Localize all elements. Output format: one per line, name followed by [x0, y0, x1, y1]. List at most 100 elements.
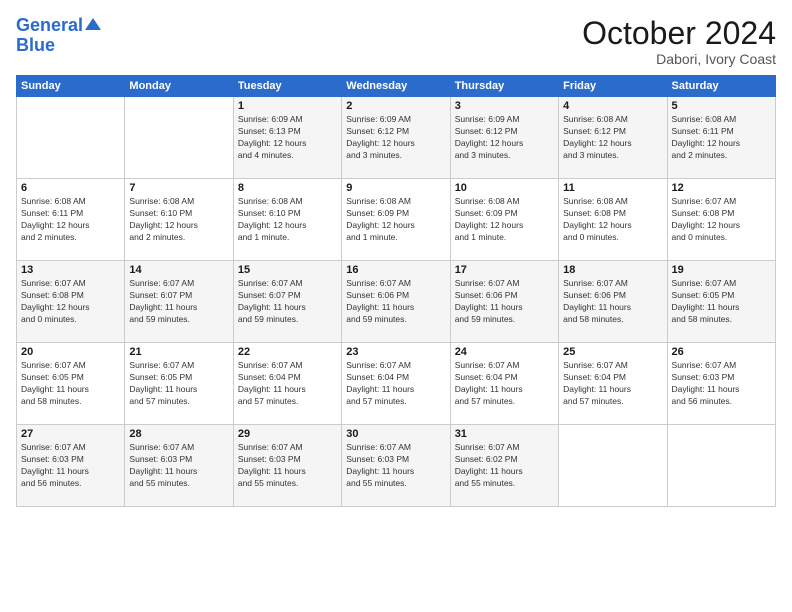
day-info: Sunrise: 6:09 AM Sunset: 6:12 PM Dayligh…	[346, 114, 445, 162]
logo-icon	[85, 16, 103, 34]
day-number: 12	[672, 182, 771, 194]
day-info: Sunrise: 6:07 AM Sunset: 6:06 PM Dayligh…	[563, 278, 662, 326]
day-number: 30	[346, 428, 445, 440]
day-info: Sunrise: 6:07 AM Sunset: 6:08 PM Dayligh…	[672, 196, 771, 244]
day-info: Sunrise: 6:07 AM Sunset: 6:08 PM Dayligh…	[21, 278, 120, 326]
day-info: Sunrise: 6:07 AM Sunset: 6:05 PM Dayligh…	[129, 360, 228, 408]
calendar-cell: 21 Sunrise: 6:07 AM Sunset: 6:05 PM Dayli…	[125, 343, 233, 425]
calendar-cell: 3 Sunrise: 6:09 AM Sunset: 6:12 PM Daylig…	[450, 97, 558, 179]
calendar-cell	[17, 97, 125, 179]
day-info: Sunrise: 6:07 AM Sunset: 6:07 PM Dayligh…	[238, 278, 337, 326]
logo: General Blue	[16, 16, 103, 56]
calendar-cell: 26Sunrise: 6:07 AM Sunset: 6:03 PM Dayli…	[667, 343, 775, 425]
header: General Blue October 2024 Dabori, Ivory …	[16, 16, 776, 67]
day-number: 23	[346, 346, 445, 358]
day-info: Sunrise: 6:07 AM Sunset: 6:05 PM Dayligh…	[21, 360, 120, 408]
day-info: Sunrise: 6:07 AM Sunset: 6:05 PM Dayligh…	[672, 278, 771, 326]
day-number: 18	[563, 264, 662, 276]
calendar-week-3: 13 Sunrise: 6:07 AM Sunset: 6:08 PM Dayli…	[17, 261, 776, 343]
day-number: 3	[455, 100, 554, 112]
day-info: Sunrise: 6:07 AM Sunset: 6:04 PM Dayligh…	[455, 360, 554, 408]
day-number: 19	[672, 264, 771, 276]
day-info: Sunrise: 6:07 AM Sunset: 6:03 PM Dayligh…	[129, 442, 228, 490]
calendar-page: General Blue October 2024 Dabori, Ivory …	[0, 0, 792, 612]
day-info: Sunrise: 6:08 AM Sunset: 6:10 PM Dayligh…	[238, 196, 337, 244]
calendar-cell: 6 Sunrise: 6:08 AM Sunset: 6:11 PM Daylig…	[17, 179, 125, 261]
day-info: Sunrise: 6:07 AM Sunset: 6:03 PM Dayligh…	[21, 442, 120, 490]
day-info: Sunrise: 6:08 AM Sunset: 6:12 PM Dayligh…	[563, 114, 662, 162]
calendar-cell: 17 Sunrise: 6:07 AM Sunset: 6:06 PM Dayli…	[450, 261, 558, 343]
calendar-cell	[667, 425, 775, 507]
day-info: Sunrise: 6:08 AM Sunset: 6:09 PM Dayligh…	[455, 196, 554, 244]
calendar-cell: 24 Sunrise: 6:07 AM Sunset: 6:04 PM Dayli…	[450, 343, 558, 425]
col-saturday: Saturday	[667, 76, 775, 97]
day-number: 6	[21, 182, 120, 194]
calendar-cell	[125, 97, 233, 179]
calendar-cell: 11 Sunrise: 6:08 AM Sunset: 6:08 PM Dayli…	[559, 179, 667, 261]
calendar-cell: 9Sunrise: 6:08 AM Sunset: 6:09 PM Daylig…	[342, 179, 450, 261]
day-info: Sunrise: 6:07 AM Sunset: 6:03 PM Dayligh…	[238, 442, 337, 490]
location: Dabori, Ivory Coast	[582, 51, 776, 67]
day-number: 28	[129, 428, 228, 440]
day-number: 24	[455, 346, 554, 358]
day-number: 25	[563, 346, 662, 358]
day-number: 21	[129, 346, 228, 358]
day-info: Sunrise: 6:09 AM Sunset: 6:13 PM Dayligh…	[238, 114, 337, 162]
header-row: Sunday Monday Tuesday Wednesday Thursday…	[17, 76, 776, 97]
calendar-week-1: 1 Sunrise: 6:09 AM Sunset: 6:13 PM Daylig…	[17, 97, 776, 179]
day-info: Sunrise: 6:08 AM Sunset: 6:08 PM Dayligh…	[563, 196, 662, 244]
calendar-cell: 12 Sunrise: 6:07 AM Sunset: 6:08 PM Dayli…	[667, 179, 775, 261]
calendar-cell: 2Sunrise: 6:09 AM Sunset: 6:12 PM Daylig…	[342, 97, 450, 179]
day-info: Sunrise: 6:07 AM Sunset: 6:07 PM Dayligh…	[129, 278, 228, 326]
calendar-cell: 1 Sunrise: 6:09 AM Sunset: 6:13 PM Daylig…	[233, 97, 341, 179]
col-sunday: Sunday	[17, 76, 125, 97]
month-title: October 2024	[582, 16, 776, 51]
calendar-cell: 28 Sunrise: 6:07 AM Sunset: 6:03 PM Dayli…	[125, 425, 233, 507]
calendar-week-5: 27 Sunrise: 6:07 AM Sunset: 6:03 PM Dayli…	[17, 425, 776, 507]
day-number: 13	[21, 264, 120, 276]
col-friday: Friday	[559, 76, 667, 97]
day-number: 31	[455, 428, 554, 440]
col-thursday: Thursday	[450, 76, 558, 97]
col-monday: Monday	[125, 76, 233, 97]
day-number: 9	[346, 182, 445, 194]
calendar-cell: 10 Sunrise: 6:08 AM Sunset: 6:09 PM Dayli…	[450, 179, 558, 261]
day-number: 16	[346, 264, 445, 276]
calendar-cell: 25Sunrise: 6:07 AM Sunset: 6:04 PM Dayli…	[559, 343, 667, 425]
day-info: Sunrise: 6:07 AM Sunset: 6:03 PM Dayligh…	[672, 360, 771, 408]
col-wednesday: Wednesday	[342, 76, 450, 97]
day-info: Sunrise: 6:07 AM Sunset: 6:04 PM Dayligh…	[346, 360, 445, 408]
day-number: 10	[455, 182, 554, 194]
col-tuesday: Tuesday	[233, 76, 341, 97]
day-info: Sunrise: 6:07 AM Sunset: 6:06 PM Dayligh…	[346, 278, 445, 326]
day-info: Sunrise: 6:07 AM Sunset: 6:02 PM Dayligh…	[455, 442, 554, 490]
day-info: Sunrise: 6:08 AM Sunset: 6:11 PM Dayligh…	[21, 196, 120, 244]
calendar-cell: 14 Sunrise: 6:07 AM Sunset: 6:07 PM Dayli…	[125, 261, 233, 343]
calendar-cell: 31 Sunrise: 6:07 AM Sunset: 6:02 PM Dayli…	[450, 425, 558, 507]
day-number: 1	[238, 100, 337, 112]
day-info: Sunrise: 6:07 AM Sunset: 6:03 PM Dayligh…	[346, 442, 445, 490]
calendar-table: Sunday Monday Tuesday Wednesday Thursday…	[16, 75, 776, 507]
day-info: Sunrise: 6:09 AM Sunset: 6:12 PM Dayligh…	[455, 114, 554, 162]
day-number: 8	[238, 182, 337, 194]
calendar-week-2: 6 Sunrise: 6:08 AM Sunset: 6:11 PM Daylig…	[17, 179, 776, 261]
day-number: 20	[21, 346, 120, 358]
day-number: 15	[238, 264, 337, 276]
calendar-cell: 23 Sunrise: 6:07 AM Sunset: 6:04 PM Dayli…	[342, 343, 450, 425]
calendar-cell: 15 Sunrise: 6:07 AM Sunset: 6:07 PM Dayli…	[233, 261, 341, 343]
day-number: 11	[563, 182, 662, 194]
calendar-cell: 20 Sunrise: 6:07 AM Sunset: 6:05 PM Dayli…	[17, 343, 125, 425]
day-number: 17	[455, 264, 554, 276]
day-info: Sunrise: 6:07 AM Sunset: 6:06 PM Dayligh…	[455, 278, 554, 326]
day-info: Sunrise: 6:08 AM Sunset: 6:10 PM Dayligh…	[129, 196, 228, 244]
day-number: 27	[21, 428, 120, 440]
day-number: 29	[238, 428, 337, 440]
calendar-cell: 13 Sunrise: 6:07 AM Sunset: 6:08 PM Dayli…	[17, 261, 125, 343]
day-number: 14	[129, 264, 228, 276]
day-number: 7	[129, 182, 228, 194]
calendar-cell: 18 Sunrise: 6:07 AM Sunset: 6:06 PM Dayli…	[559, 261, 667, 343]
calendar-cell: 16 Sunrise: 6:07 AM Sunset: 6:06 PM Dayli…	[342, 261, 450, 343]
logo-text: General	[16, 16, 83, 36]
day-number: 22	[238, 346, 337, 358]
calendar-cell: 29 Sunrise: 6:07 AM Sunset: 6:03 PM Dayli…	[233, 425, 341, 507]
